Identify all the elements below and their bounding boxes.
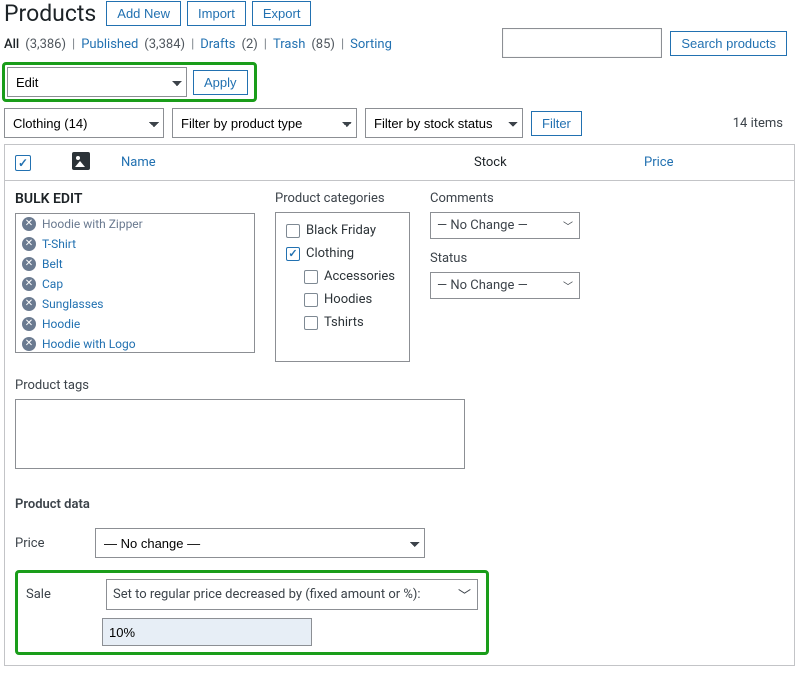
view-drafts-count: (2) xyxy=(242,37,258,52)
product-type-filter[interactable]: Filter by product type xyxy=(172,108,357,138)
export-button[interactable]: Export xyxy=(252,1,312,26)
import-button[interactable]: Import xyxy=(187,1,246,26)
list-item: ✕Hoodie xyxy=(16,314,254,334)
view-published[interactable]: Published xyxy=(81,37,138,52)
category-filter[interactable]: Clothing (14) xyxy=(4,108,164,138)
column-stock[interactable]: Stock xyxy=(474,155,644,170)
comments-label: Comments xyxy=(430,191,580,206)
table-header: Name Stock Price xyxy=(5,145,794,181)
bulk-products-list[interactable]: ✕Hoodie with Zipper ✕T-Shirt ✕Belt ✕Cap … xyxy=(15,213,255,353)
price-label: Price xyxy=(15,536,75,551)
list-item: ✕Hoodie with Logo xyxy=(16,334,254,353)
product-tags-input[interactable] xyxy=(15,399,465,469)
checkbox-icon[interactable] xyxy=(304,293,318,307)
product-tags-label: Product tags xyxy=(15,378,784,393)
view-trash-count: (85) xyxy=(311,37,335,52)
view-published-count: (3,384) xyxy=(144,37,185,52)
product-data-title: Product data xyxy=(15,497,784,512)
category-item[interactable]: Black Friday xyxy=(276,219,409,242)
list-item: ✕Hoodie with Zipper xyxy=(16,214,254,234)
page-title: Products xyxy=(4,0,96,27)
column-name[interactable]: Name xyxy=(121,155,474,170)
list-item: ✕Cap xyxy=(16,274,254,294)
bulk-action-select[interactable]: Edit xyxy=(7,67,187,97)
comments-select[interactable]: — No Change —﹀ xyxy=(430,212,580,239)
status-label: Status xyxy=(430,251,580,266)
list-item: ✕Sunglasses xyxy=(16,294,254,314)
list-item: ✕T-Shirt xyxy=(16,234,254,254)
search-input[interactable] xyxy=(502,28,662,58)
highlight-bulk-action: Edit Apply xyxy=(2,62,257,102)
search-button[interactable]: Search products xyxy=(670,31,787,56)
checkbox-icon[interactable] xyxy=(286,247,300,261)
category-item[interactable]: Clothing xyxy=(276,242,409,265)
sale-select[interactable]: Set to regular price decreased by (fixed… xyxy=(106,579,478,610)
chevron-down-icon: ﹀ xyxy=(563,218,573,233)
filter-button[interactable]: Filter xyxy=(531,111,582,136)
remove-icon[interactable]: ✕ xyxy=(22,277,36,291)
item-count: 14 items xyxy=(733,116,795,131)
remove-icon[interactable]: ✕ xyxy=(22,257,36,271)
add-new-button[interactable]: Add New xyxy=(106,1,181,26)
view-sorting[interactable]: Sorting xyxy=(350,37,392,52)
remove-icon[interactable]: ✕ xyxy=(22,217,36,231)
chevron-down-icon: ﹀ xyxy=(563,278,573,293)
sale-value-input[interactable] xyxy=(102,618,312,646)
category-item[interactable]: Accessories xyxy=(276,265,409,288)
remove-icon[interactable]: ✕ xyxy=(22,317,36,331)
view-all[interactable]: All xyxy=(4,37,19,52)
select-all-checkbox[interactable] xyxy=(15,155,31,171)
remove-icon[interactable]: ✕ xyxy=(22,237,36,251)
apply-button[interactable]: Apply xyxy=(193,70,248,95)
view-drafts[interactable]: Drafts xyxy=(200,37,235,52)
sale-label: Sale xyxy=(26,587,86,602)
category-item[interactable]: Hoodies xyxy=(276,288,409,311)
checkbox-icon[interactable] xyxy=(304,316,318,330)
view-trash[interactable]: Trash xyxy=(273,37,305,52)
checkbox-icon[interactable] xyxy=(286,224,300,238)
checkbox-icon[interactable] xyxy=(304,270,318,284)
list-item: ✕Belt xyxy=(16,254,254,274)
remove-icon[interactable]: ✕ xyxy=(22,297,36,311)
categories-label: Product categories xyxy=(275,191,410,206)
view-all-count: (3,386) xyxy=(25,37,66,52)
price-select[interactable]: — No change — xyxy=(95,528,425,558)
category-item[interactable]: Tshirts xyxy=(276,311,409,334)
column-price[interactable]: Price xyxy=(644,155,794,170)
chevron-down-icon: ﹀ xyxy=(458,585,471,604)
stock-status-filter[interactable]: Filter by stock status xyxy=(365,108,523,138)
highlight-sale-row: Sale Set to regular price decreased by (… xyxy=(15,570,489,655)
category-list[interactable]: Black Friday Clothing Accessories Hoodie… xyxy=(275,212,410,362)
remove-icon[interactable]: ✕ xyxy=(22,337,36,351)
image-column-icon xyxy=(72,152,90,170)
bulk-edit-title: BULK EDIT xyxy=(15,191,255,207)
status-select[interactable]: — No Change —﹀ xyxy=(430,272,580,299)
